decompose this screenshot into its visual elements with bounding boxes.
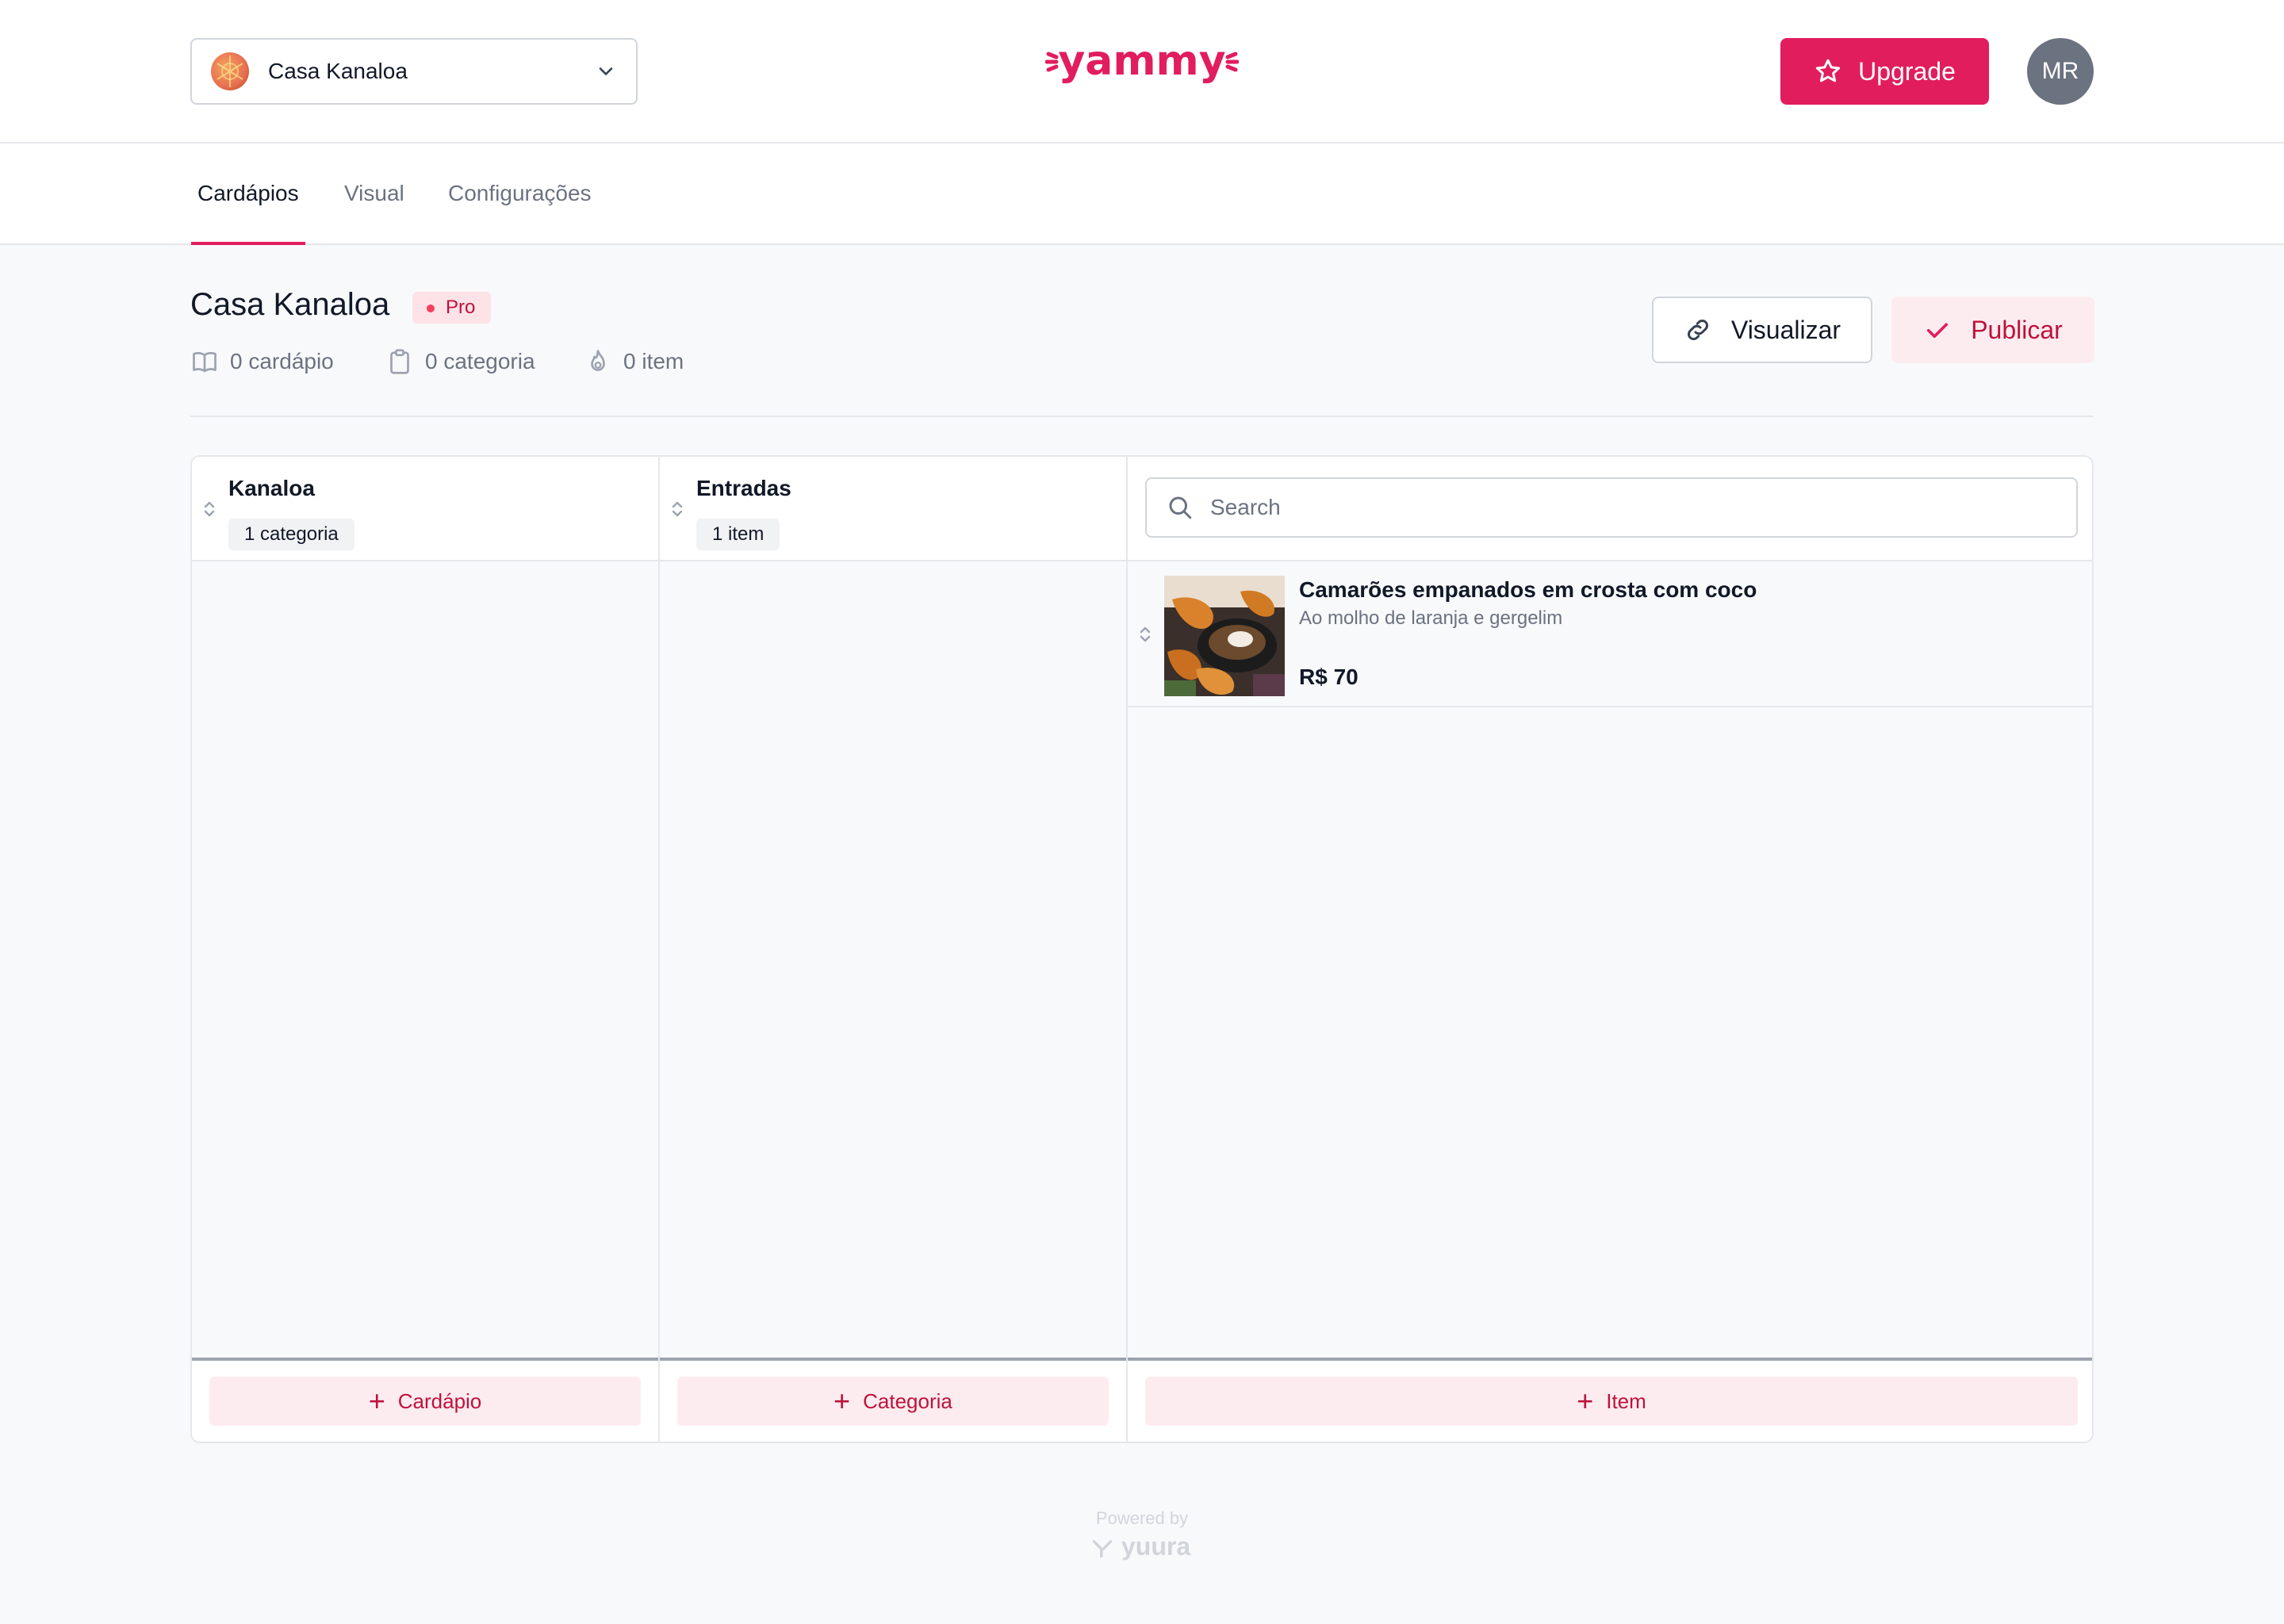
plan-badge: Pro: [412, 292, 492, 324]
fire-icon: [591, 350, 605, 371]
link-icon: [1687, 320, 1708, 340]
menu-board: Kanaloa 1 categoria + Cardápio Entradas …: [190, 455, 2094, 1443]
menu-item-row[interactable]: Camarões empanados em crosta com coco Ao…: [1128, 561, 2092, 707]
store-logo: [211, 52, 249, 90]
section-divider: [190, 416, 2094, 417]
item-search[interactable]: [1145, 477, 2078, 538]
category-card[interactable]: Entradas 1 item: [660, 457, 1126, 561]
sort-handle-icon[interactable]: [1137, 623, 1153, 645]
add-item-label: Item: [1606, 1388, 1646, 1413]
category-title: Entradas: [696, 476, 791, 500]
tab-visual[interactable]: Visual: [344, 144, 404, 243]
plus-icon: +: [834, 1385, 851, 1417]
add-menu-label: Cardápio: [397, 1388, 482, 1413]
store-select-value: Casa Kanaloa: [268, 59, 408, 83]
menu-title: Kanaloa: [228, 476, 315, 500]
items-search-header: [1128, 457, 2092, 561]
user-avatar[interactable]: MR: [2027, 38, 2094, 105]
sort-handle-icon[interactable]: [201, 498, 217, 520]
top-header: Casa Kanaloa yammy Upgrade MR: [0, 0, 2284, 144]
search-icon: [1169, 496, 1192, 519]
star-icon: [1815, 59, 1841, 82]
stat-menus: 0 cardápio: [190, 346, 334, 377]
menus-footer: + Cardápio: [192, 1358, 658, 1442]
chevron-down-icon: [599, 67, 613, 75]
item-price: R$ 70: [1299, 665, 1359, 689]
plus-icon: +: [368, 1385, 385, 1417]
powered-by-text: Powered by: [1095, 1508, 1189, 1528]
tab-cardapios[interactable]: Cardápios: [191, 144, 305, 245]
item-description: Ao molho de laranja e gergelim: [1299, 607, 1563, 629]
add-category-label: Categoria: [863, 1388, 952, 1413]
categories-column: Entradas 1 item + Categoria: [658, 457, 1126, 1442]
categories-footer: + Categoria: [660, 1358, 1126, 1442]
category-count-pill: 1 item: [696, 519, 780, 550]
store-select[interactable]: Casa Kanaloa: [190, 38, 638, 105]
menus-column: Kanaloa 1 categoria + Cardápio: [192, 457, 658, 1442]
avatar-initials: MR: [2041, 58, 2079, 84]
yuura-logo-icon: [1092, 1539, 1113, 1557]
footer-brand-label: yuura: [1121, 1532, 1191, 1561]
page-title: Casa Kanaloa: [190, 287, 390, 322]
stat-items: 0 item: [584, 346, 684, 377]
search-input[interactable]: [1210, 495, 2057, 520]
brand-logo: yammy: [1044, 37, 1240, 95]
svg-text:yammy: yammy: [1058, 40, 1225, 85]
stat-items-label: 0 item: [623, 349, 684, 373]
item-photo: [1164, 576, 1285, 696]
plus-icon: +: [1577, 1385, 1594, 1417]
items-column: Camarões empanados em crosta com coco Ao…: [1126, 457, 2092, 1442]
tab-label: Cardápios: [197, 181, 299, 205]
items-footer: + Item: [1128, 1358, 2092, 1442]
footer-brand[interactable]: yuura: [1091, 1532, 1190, 1561]
stat-categories-label: 0 categoria: [425, 349, 535, 373]
menu-count-pill: 1 categoria: [228, 519, 354, 550]
add-category-button[interactable]: + Categoria: [677, 1377, 1109, 1426]
preview-label: Visualizar: [1730, 315, 1841, 344]
upgrade-label: Upgrade: [1858, 56, 1956, 86]
publish-button[interactable]: Publicar: [1891, 297, 2094, 363]
menu-card[interactable]: Kanaloa 1 categoria: [192, 457, 658, 561]
stat-categories: 0 categoria: [385, 346, 535, 377]
preview-button[interactable]: Visualizar: [1652, 297, 1872, 363]
upgrade-button[interactable]: Upgrade: [1780, 38, 1989, 105]
sort-handle-icon[interactable]: [669, 498, 685, 520]
tab-configuracoes[interactable]: Configurações: [448, 144, 592, 243]
tab-label: Configurações: [448, 181, 592, 205]
check-icon: [1927, 323, 1949, 339]
stat-menus-label: 0 cardápio: [230, 349, 334, 373]
clipboard-icon: [390, 349, 409, 374]
publish-label: Publicar: [1971, 315, 2063, 344]
add-item-button[interactable]: + Item: [1145, 1377, 2078, 1426]
add-menu-button[interactable]: + Cardápio: [209, 1377, 641, 1426]
item-name: Camarões empanados em crosta com coco: [1299, 577, 1757, 602]
tab-label: Visual: [344, 181, 404, 205]
main-nav: Cardápios Visual Configurações: [0, 144, 2284, 245]
book-icon: [193, 351, 217, 373]
